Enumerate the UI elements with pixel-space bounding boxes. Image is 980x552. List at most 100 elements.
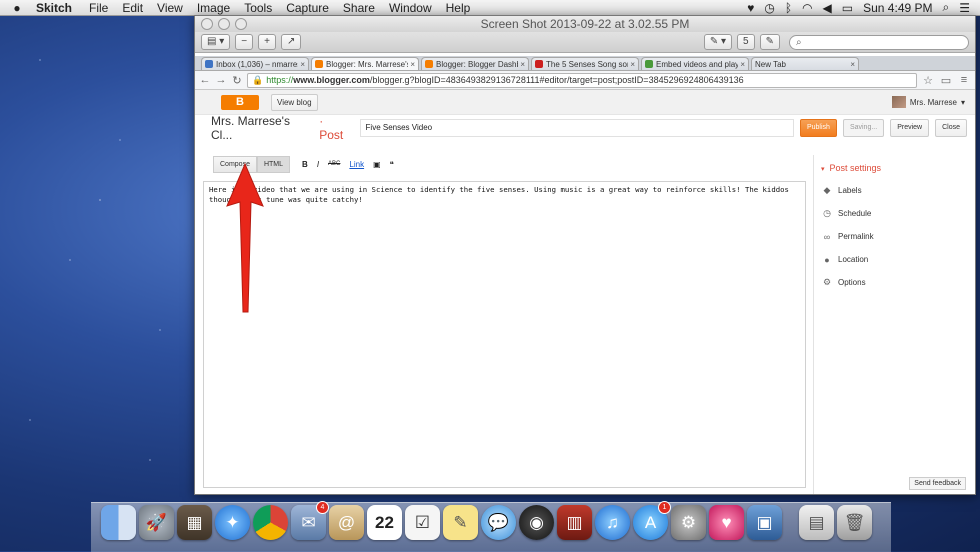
documents-stack-icon[interactable]: ▤: [799, 505, 834, 540]
skitch-window: Screen Shot 2013-09-22 at 3.02.55 PM ▤ ▾…: [194, 15, 976, 495]
close-button[interactable]: Close: [935, 119, 967, 137]
trash-icon[interactable]: 🗑: [837, 505, 872, 540]
menu-capture[interactable]: Capture: [286, 1, 329, 15]
menu-view[interactable]: View: [157, 1, 183, 15]
close-tab-icon[interactable]: ×: [850, 58, 855, 70]
photo-booth-strip-icon[interactable]: ▥: [557, 505, 592, 540]
heart-icon[interactable]: ♥: [747, 1, 754, 15]
close-tab-icon[interactable]: ×: [740, 58, 745, 70]
menu-edit[interactable]: Edit: [122, 1, 143, 15]
bookmark-star-icon[interactable]: ☆: [921, 74, 935, 87]
menu-icon[interactable]: ≡: [957, 74, 971, 86]
publish-button[interactable]: Publish: [799, 119, 837, 137]
mail-icon[interactable]: ✉ 4: [291, 501, 329, 540]
link-icon: ∞: [823, 231, 831, 242]
itunes-icon[interactable]: ♫: [595, 505, 630, 540]
wifi-icon[interactable]: ◠: [802, 1, 812, 15]
settings-item-permalink[interactable]: ∞ Permalink: [814, 225, 976, 248]
close-window-button[interactable]: [201, 18, 213, 30]
send-feedback-button[interactable]: Send feedback: [909, 477, 966, 490]
launchpad-icon[interactable]: 🚀: [139, 505, 174, 540]
strikethrough-button[interactable]: ABC: [328, 161, 340, 167]
bluetooth-icon[interactable]: ᛒ: [785, 1, 792, 15]
skitch-search-input[interactable]: ⌕: [789, 34, 969, 50]
close-tab-icon[interactable]: ×: [300, 58, 305, 70]
chrome-icon[interactable]: [253, 505, 288, 540]
close-tab-icon[interactable]: ×: [410, 58, 415, 70]
saving-button[interactable]: Saving...: [842, 119, 885, 137]
blogger-logo[interactable]: B: [221, 94, 259, 110]
reminders-icon[interactable]: ☑: [405, 505, 440, 540]
forward-arrow-icon[interactable]: →: [215, 74, 227, 86]
skitch-heart-icon[interactable]: ♥: [709, 505, 744, 540]
close-tab-icon[interactable]: ×: [630, 58, 635, 70]
insert-image-icon[interactable]: ▣: [373, 160, 381, 169]
skitch-toolbar: ▤ ▾ − + ↗ ✎ ▾ 5 ✎ ⌕: [195, 32, 975, 53]
menu-image[interactable]: Image: [197, 1, 230, 15]
settings-item-options[interactable]: ⚙ Options: [814, 271, 976, 294]
menu-tools[interactable]: Tools: [244, 1, 272, 15]
tab-new-tab[interactable]: New Tab ×: [751, 57, 859, 70]
menu-file[interactable]: File: [89, 1, 108, 15]
menu-app-name[interactable]: Skitch: [36, 1, 72, 15]
cast-icon[interactable]: ▭: [939, 74, 953, 87]
pen-tool-button[interactable]: ✎ ▾: [703, 34, 733, 50]
post-settings-header[interactable]: ▾ Post settings: [821, 163, 976, 173]
zoom-out-button[interactable]: −: [235, 34, 254, 50]
youtube-favicon-icon: [535, 60, 543, 68]
reload-icon[interactable]: ↻: [231, 74, 243, 87]
facetime-icon[interactable]: ◉: [519, 505, 554, 540]
settings-item-labels[interactable]: ◆ Labels: [814, 179, 976, 202]
safari-icon[interactable]: ✦: [215, 505, 250, 540]
volume-icon[interactable]: ◀: [823, 1, 832, 15]
photo-booth-icon[interactable]: ▦: [177, 505, 212, 540]
apple-icon[interactable]: ●: [10, 1, 24, 15]
tab-youtube-song[interactable]: The 5 Senses Song song b×: [531, 57, 639, 70]
share-button[interactable]: ↗: [280, 34, 302, 50]
post-title-input[interactable]: Five Senses Video: [359, 119, 794, 137]
menu-window[interactable]: Window: [389, 1, 432, 15]
finder-icon[interactable]: [101, 505, 136, 540]
settings-item-location[interactable]: ● Location: [814, 248, 976, 271]
notes-icon[interactable]: ✎: [443, 505, 478, 540]
post-body-textarea[interactable]: Here is a video that we are using in Sci…: [203, 181, 806, 488]
tab-blogger-post[interactable]: Blogger: Mrs. Marrese's Cl×: [311, 57, 419, 70]
quote-button[interactable]: ❝: [390, 160, 394, 169]
user-menu[interactable]: Mrs. Marrese ▾: [891, 96, 965, 108]
tab-blogger-dashboard[interactable]: Blogger: Blogger Dashboard×: [421, 57, 529, 70]
back-arrow-icon[interactable]: ←: [199, 74, 211, 86]
location-pin-icon: ●: [824, 254, 830, 265]
menu-help[interactable]: Help: [446, 1, 471, 15]
clock-text[interactable]: Sun 4:49 PM: [863, 1, 932, 15]
system-preferences-icon[interactable]: ⚙: [671, 505, 706, 540]
sidebar-toggle-button[interactable]: ▤ ▾: [201, 34, 231, 50]
settings-item-schedule[interactable]: ◷ Schedule: [814, 202, 976, 225]
iphoto-icon[interactable]: ▣: [747, 505, 782, 540]
app-store-icon[interactable]: A1: [633, 501, 671, 540]
menu-bar: ● Skitch File Edit View Image Tools Capt…: [0, 0, 980, 16]
zoom-in-button[interactable]: +: [258, 34, 276, 50]
italic-button[interactable]: I: [317, 160, 319, 169]
messages-icon[interactable]: 💬: [481, 505, 516, 540]
list-icon[interactable]: ☰: [959, 1, 970, 15]
bold-button[interactable]: B: [302, 160, 308, 169]
blog-name[interactable]: Mrs. Marrese's Cl...: [211, 114, 311, 142]
history-button[interactable]: 5: [737, 34, 755, 50]
view-blog-button[interactable]: View blog: [271, 93, 318, 111]
url-input[interactable]: 🔒 https://www.blogger.com/blogger.g?blogI…: [247, 72, 917, 88]
edit-button[interactable]: ✎: [759, 34, 780, 50]
menu-share[interactable]: Share: [343, 1, 375, 15]
tab-embed-videos[interactable]: Embed videos and playlists×: [641, 57, 749, 70]
blogger-favicon-icon: [425, 60, 433, 68]
zoom-window-button[interactable]: [235, 18, 247, 30]
close-tab-icon[interactable]: ×: [520, 58, 525, 70]
minimize-window-button[interactable]: [218, 18, 230, 30]
link-button[interactable]: Link: [349, 160, 364, 169]
clock-icon[interactable]: ◷: [764, 1, 774, 15]
battery-icon[interactable]: ▭: [842, 1, 853, 15]
search-icon[interactable]: ⌕: [943, 0, 950, 15]
calendar-icon[interactable]: 22: [367, 505, 402, 540]
contacts-icon[interactable]: @: [329, 505, 364, 540]
preview-button[interactable]: Preview: [890, 119, 930, 137]
tab-inbox[interactable]: Inbox (1,036) – nmarrese@×: [201, 57, 309, 70]
